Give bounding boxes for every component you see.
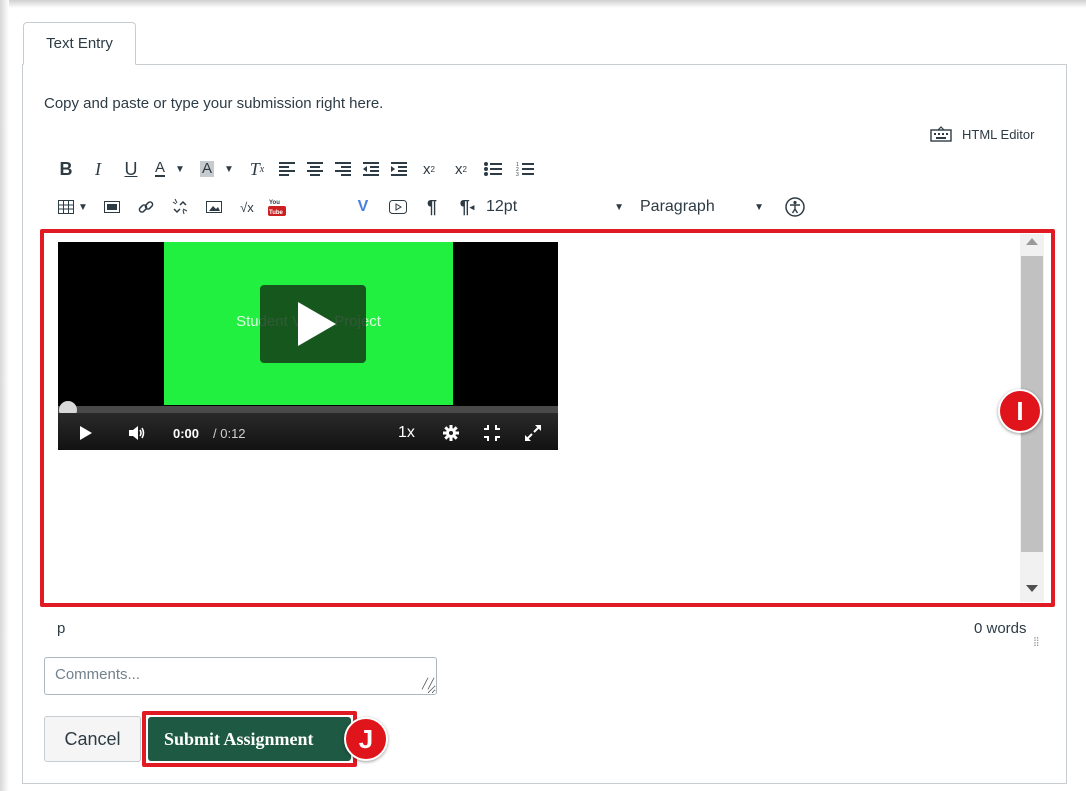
svg-text:3: 3 <box>516 172 519 177</box>
toolbar-row-insert: ▼ √x You Tube V ¶ ¶ ◂ 12pt ▼ Paragraph ▼ <box>52 193 812 221</box>
html-editor-toggle[interactable]: HTML Editor <box>930 126 1034 142</box>
html-editor-label: HTML Editor <box>962 126 1035 142</box>
tab-text-entry[interactable]: Text Entry <box>23 22 136 65</box>
block-format-select[interactable]: Paragraph ▼ <box>638 193 778 221</box>
font-size-value: 12pt <box>486 198 518 215</box>
fullscreen-icon[interactable] <box>525 425 541 441</box>
bullet-list-icon[interactable] <box>478 155 508 183</box>
align-center-icon[interactable] <box>302 155 328 183</box>
outdent-icon[interactable] <box>358 155 384 183</box>
superscript-icon[interactable]: x2 <box>414 155 444 183</box>
link-icon[interactable] <box>130 193 162 221</box>
background-color-icon[interactable]: A ▼ <box>194 155 240 183</box>
play-control-icon[interactable] <box>80 426 92 440</box>
ltr-paragraph-icon[interactable]: ¶ <box>416 193 448 221</box>
numbered-list-icon[interactable]: 123 <box>510 155 540 183</box>
settings-gear-icon[interactable] <box>443 425 459 441</box>
media-icon[interactable] <box>96 193 128 221</box>
block-format-value: Paragraph <box>640 198 715 215</box>
editor-resize-handle-icon[interactable]: ⣿ <box>1033 636 1040 647</box>
scroll-up-arrow-icon[interactable] <box>1026 238 1038 245</box>
text-color-icon[interactable]: A ▼ <box>148 155 192 183</box>
video-progress-bar[interactable] <box>58 406 558 413</box>
video-embed-icon[interactable] <box>382 193 414 221</box>
comments-field[interactable] <box>44 657 437 695</box>
svg-text:Tube: Tube <box>269 210 284 216</box>
left-shadow <box>0 0 9 791</box>
indent-icon[interactable] <box>386 155 412 183</box>
submission-instructions: Copy and paste or type your submission r… <box>44 95 384 112</box>
word-count: 0 words <box>974 620 1027 637</box>
callout-badge-editor: I <box>998 389 1042 433</box>
italic-icon[interactable]: I <box>82 155 114 183</box>
play-icon <box>298 302 336 346</box>
align-right-icon[interactable] <box>330 155 356 183</box>
underline-icon[interactable]: U <box>116 155 146 183</box>
volume-icon[interactable] <box>128 425 146 441</box>
callout-badge-submit: J <box>344 717 388 761</box>
element-path[interactable]: p <box>57 620 65 637</box>
youtube-icon[interactable]: You Tube <box>264 193 344 221</box>
subscript-icon[interactable]: x2 <box>446 155 476 183</box>
font-size-select[interactable]: 12pt ▼ <box>486 193 636 221</box>
scroll-down-arrow-icon[interactable] <box>1026 585 1038 592</box>
cancel-button[interactable]: Cancel <box>44 716 141 762</box>
exit-fullscreen-icon[interactable] <box>484 425 500 441</box>
chevron-down-icon: ▼ <box>754 201 764 213</box>
clear-formatting-icon[interactable]: Tx <box>242 155 272 183</box>
bold-icon[interactable]: B <box>52 155 80 183</box>
vimeo-icon[interactable]: V <box>346 193 380 221</box>
rtl-paragraph-icon[interactable]: ¶ ◂ <box>450 193 484 221</box>
accessibility-checker-icon[interactable] <box>780 193 810 221</box>
image-icon[interactable] <box>198 193 230 221</box>
table-icon[interactable]: ▼ <box>52 193 94 221</box>
total-time: / 0:12 <box>213 426 246 441</box>
svg-text:You: You <box>269 200 280 206</box>
panel-border-top <box>135 64 1067 65</box>
textarea-resize-handle-icon[interactable]: ╱╱ <box>422 679 434 690</box>
submit-assignment-button[interactable]: Submit Assignment <box>148 717 351 761</box>
chevron-down-icon: ▼ <box>614 201 624 213</box>
top-shadow <box>0 0 1086 8</box>
toolbar-row-formatting: B I U A ▼ A ▼ Tx x2 x2 123 <box>52 155 542 183</box>
equation-icon[interactable]: √x <box>232 193 262 221</box>
align-left-icon[interactable] <box>274 155 300 183</box>
playback-speed-button[interactable]: 1x <box>398 424 415 442</box>
keyboard-icon <box>930 126 952 142</box>
video-player[interactable]: Student Video Project 0:00 / 0:12 1x <box>58 242 558 450</box>
current-time: 0:00 <box>173 426 200 441</box>
unlink-icon[interactable] <box>164 193 196 221</box>
